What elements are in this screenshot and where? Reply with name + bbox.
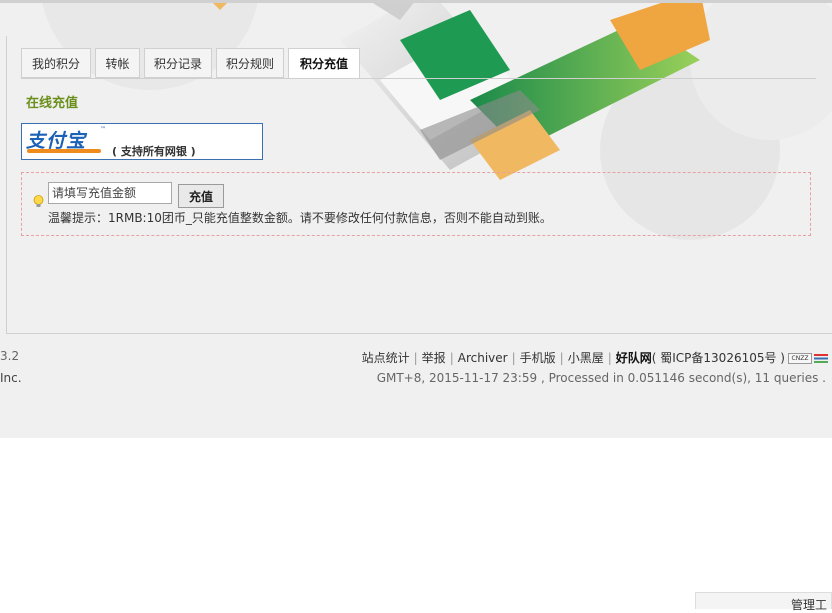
tab-credit-recharge[interactable]: 积分充值 [288,48,360,79]
footer-link-mobile[interactable]: 手机版 [520,351,556,365]
stats-flag-icon[interactable] [814,352,828,366]
footer-links: 站点统计 | 举报 | Archiver | 手机版 | 小黑屋 | 好队网( 蜀ICP备13026… [362,349,828,366]
footer-link-archiver[interactable]: Archiver [458,351,508,365]
footer-link-blackroom[interactable]: 小黑屋 [568,351,604,365]
footer-separator: | [511,351,516,365]
footer-link-stats[interactable]: 站点统计 [362,351,410,365]
footer-separator: | [559,351,564,365]
alipay-payment-option[interactable]: 支付宝 ™ ( 支持所有网银 ) [21,123,263,160]
tab-transfer[interactable]: 转帐 [95,48,140,78]
alipay-description: ( 支持所有网银 ) [112,145,196,158]
amount-input[interactable] [48,182,172,204]
tab-credit-rules[interactable]: 积分规则 [216,48,284,78]
footer-separator: | [607,351,612,365]
tab-credit-log[interactable]: 积分记录 [144,48,212,78]
footer-copyright: Inc. [0,371,22,385]
tab-my-credits[interactable]: 我的积分 [21,48,91,78]
footer-separator: | [449,351,454,365]
recharge-form: 充值 温馨提示：1RMB:10团币_只能充值整数金额。请不要修改任何付款信息，否… [21,172,811,236]
alipay-trademark: ™ [100,126,106,133]
recharge-button[interactable]: 充值 [178,184,224,208]
cnzz-badge[interactable]: CNZZ [788,353,812,364]
footer-brand-link[interactable]: 好队网 [616,351,652,365]
top-divider [0,0,832,3]
alipay-logo-swoosh [27,149,101,153]
lightbulb-icon [33,195,44,212]
tabs-underline [21,78,816,79]
section-title: 在线充值 [26,96,79,111]
footer-separator: | [413,351,418,365]
manage-panel-tab[interactable]: 管理工 [695,592,832,612]
footer-version: 3.2 [0,349,20,363]
footer-link-report[interactable]: 举报 [422,351,446,365]
footer-icp-link[interactable]: ( 蜀ICP备13026105号 ) [652,351,785,365]
tip-text: 温馨提示：1RMB:10团币_只能充值整数金额。请不要修改任何付款信息，否则不能… [48,211,552,225]
manage-label: 管理工 [791,598,828,612]
footer-time-info: GMT+8, 2015-11-17 23:59 , Processed in 0… [376,371,826,385]
